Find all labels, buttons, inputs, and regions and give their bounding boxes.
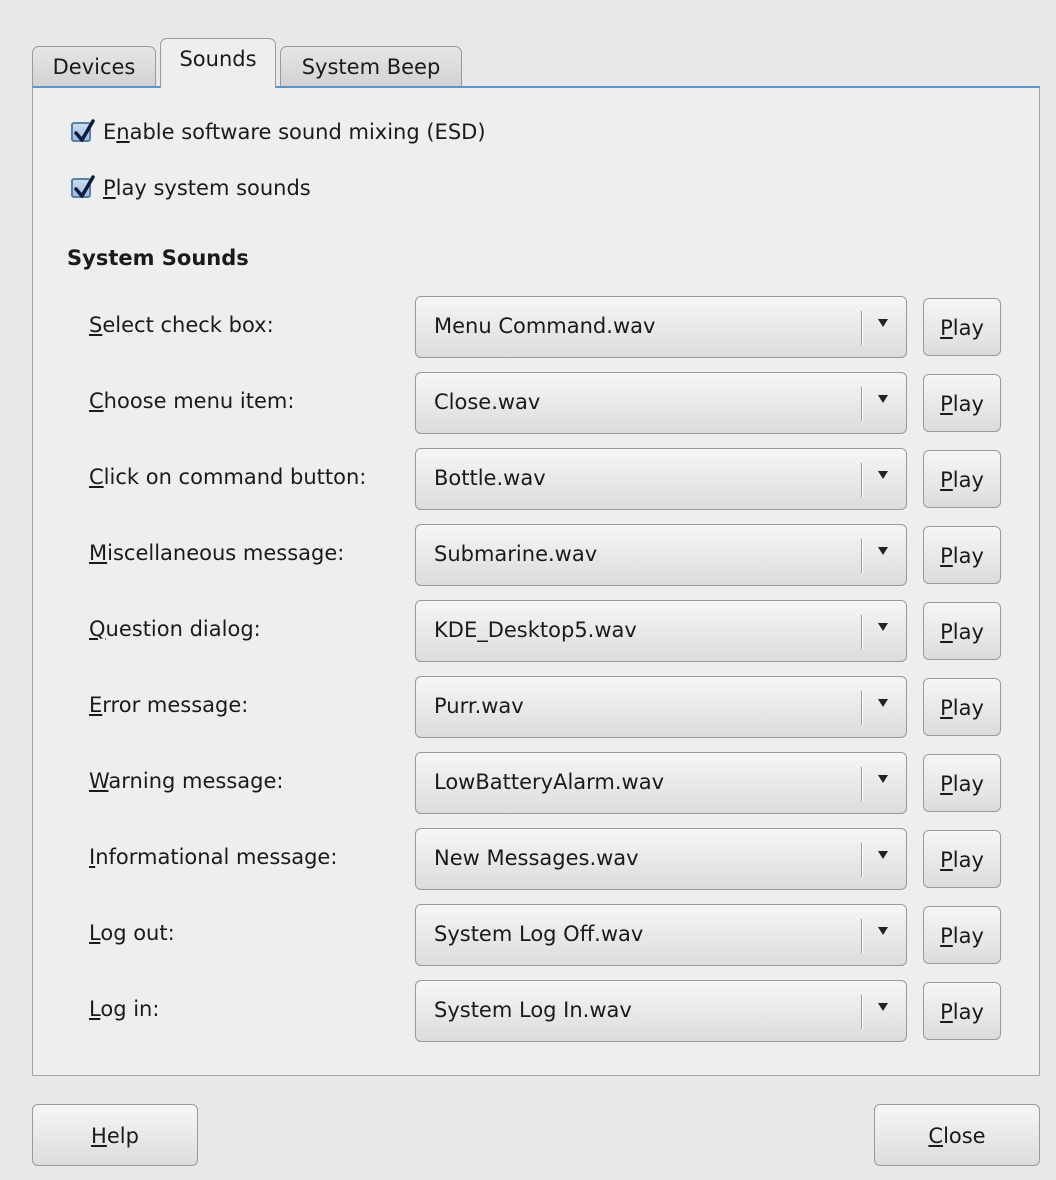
sound-row: Error message: Purr.wav Play	[33, 676, 1041, 738]
tab-sounds[interactable]: Sounds	[160, 38, 276, 88]
play-button[interactable]: Play	[923, 450, 1001, 508]
tab-system-beep[interactable]: System Beep	[280, 46, 462, 86]
sound-event-label: Select check box:	[89, 313, 274, 337]
sound-file-combo[interactable]: Close.wav	[415, 372, 907, 434]
dropdown-arrow-icon[interactable]	[878, 471, 888, 479]
help-rest: elp	[106, 1124, 139, 1148]
checkbox-checked-icon[interactable]	[71, 119, 95, 142]
play-system-sounds-option[interactable]: Play system sounds	[71, 172, 311, 204]
sound-file-value: KDE_Desktop5.wav	[434, 618, 637, 642]
sound-file-value: Close.wav	[434, 390, 541, 414]
dropdown-arrow-icon[interactable]	[878, 1003, 888, 1011]
sound-file-value: Purr.wav	[434, 694, 524, 718]
combo-separator	[861, 843, 862, 877]
sound-event-label: Miscellaneous message:	[89, 541, 345, 565]
combo-separator	[861, 463, 862, 497]
play-button[interactable]: Play	[923, 298, 1001, 356]
section-title: System Sounds	[67, 246, 249, 270]
combo-separator	[861, 767, 862, 801]
close-mnemonic: C	[928, 1124, 944, 1148]
sound-file-combo[interactable]: Bottle.wav	[415, 448, 907, 510]
combo-separator	[861, 919, 862, 953]
sound-event-label: Choose menu item:	[89, 389, 295, 413]
sound-event-label: Question dialog:	[89, 617, 261, 641]
sound-file-value: System Log Off.wav	[434, 922, 644, 946]
sound-row: Choose menu item: Close.wav Play	[33, 372, 1041, 434]
tab-devices[interactable]: Devices	[32, 46, 156, 86]
enable-esd-option[interactable]: Enable software sound mixing (ESD)	[71, 116, 486, 148]
play-button[interactable]: Play	[923, 906, 1001, 964]
close-rest: lose	[943, 1124, 986, 1148]
combo-separator	[861, 539, 862, 573]
combo-separator	[861, 387, 862, 421]
sound-row: Log in: System Log In.wav Play	[33, 980, 1041, 1042]
sound-row: Miscellaneous message: Submarine.wav Play	[33, 524, 1041, 586]
combo-separator	[861, 691, 862, 725]
sound-row: Question dialog: KDE_Desktop5.wav Play	[33, 600, 1041, 662]
dropdown-arrow-icon[interactable]	[878, 623, 888, 631]
sound-file-value: System Log In.wav	[434, 998, 632, 1022]
combo-separator	[861, 615, 862, 649]
play-button[interactable]: Play	[923, 374, 1001, 432]
dropdown-arrow-icon[interactable]	[878, 547, 888, 555]
combo-separator	[861, 311, 862, 345]
play-button[interactable]: Play	[923, 602, 1001, 660]
combo-separator	[861, 995, 862, 1029]
play-button[interactable]: Play	[923, 754, 1001, 812]
sound-file-combo[interactable]: Purr.wav	[415, 676, 907, 738]
sound-event-label: Click on command button:	[89, 465, 367, 489]
sound-event-label: Informational message:	[89, 845, 338, 869]
sound-row: Log out: System Log Off.wav Play	[33, 904, 1041, 966]
sound-file-combo[interactable]: System Log Off.wav	[415, 904, 907, 966]
help-mnemonic: H	[91, 1124, 107, 1148]
dropdown-arrow-icon[interactable]	[878, 319, 888, 327]
sound-event-label: Log in:	[89, 997, 160, 1021]
play-system-sounds-label: Play system sounds	[103, 176, 311, 200]
sound-file-combo[interactable]: KDE_Desktop5.wav	[415, 600, 907, 662]
close-button[interactable]: Close	[874, 1104, 1040, 1166]
dropdown-arrow-icon[interactable]	[878, 775, 888, 783]
play-button[interactable]: Play	[923, 678, 1001, 736]
help-button[interactable]: Help	[32, 1104, 198, 1166]
dropdown-arrow-icon[interactable]	[878, 699, 888, 707]
sounds-panel: Enable software sound mixing (ESD) Play …	[32, 86, 1040, 1076]
sound-file-value: Bottle.wav	[434, 466, 546, 490]
play-button[interactable]: Play	[923, 830, 1001, 888]
sound-event-label: Error message:	[89, 693, 249, 717]
sound-file-combo[interactable]: System Log In.wav	[415, 980, 907, 1042]
play-button[interactable]: Play	[923, 982, 1001, 1040]
sound-file-combo[interactable]: New Messages.wav	[415, 828, 907, 890]
enable-esd-label: Enable software sound mixing (ESD)	[103, 120, 486, 144]
sound-file-value: New Messages.wav	[434, 846, 639, 870]
play-button[interactable]: Play	[923, 526, 1001, 584]
dropdown-arrow-icon[interactable]	[878, 395, 888, 403]
sound-file-value: Submarine.wav	[434, 542, 598, 566]
dropdown-arrow-icon[interactable]	[878, 851, 888, 859]
sound-event-label: Warning message:	[89, 769, 284, 793]
sound-file-combo[interactable]: Menu Command.wav	[415, 296, 907, 358]
dropdown-arrow-icon[interactable]	[878, 927, 888, 935]
sound-file-combo[interactable]: LowBatteryAlarm.wav	[415, 752, 907, 814]
sound-row: Informational message: New Messages.wav Pl…	[33, 828, 1041, 890]
sound-file-value: Menu Command.wav	[434, 314, 656, 338]
sound-file-value: LowBatteryAlarm.wav	[434, 770, 665, 794]
sound-row: Click on command button: Bottle.wav Play	[33, 448, 1041, 510]
checkbox-checked-icon[interactable]	[71, 175, 95, 198]
sound-event-label: Log out:	[89, 921, 175, 945]
sound-file-combo[interactable]: Submarine.wav	[415, 524, 907, 586]
sound-row: Warning message: LowBatteryAlarm.wav Play	[33, 752, 1041, 814]
sound-row: Select check box: Menu Command.wav Play	[33, 296, 1041, 358]
